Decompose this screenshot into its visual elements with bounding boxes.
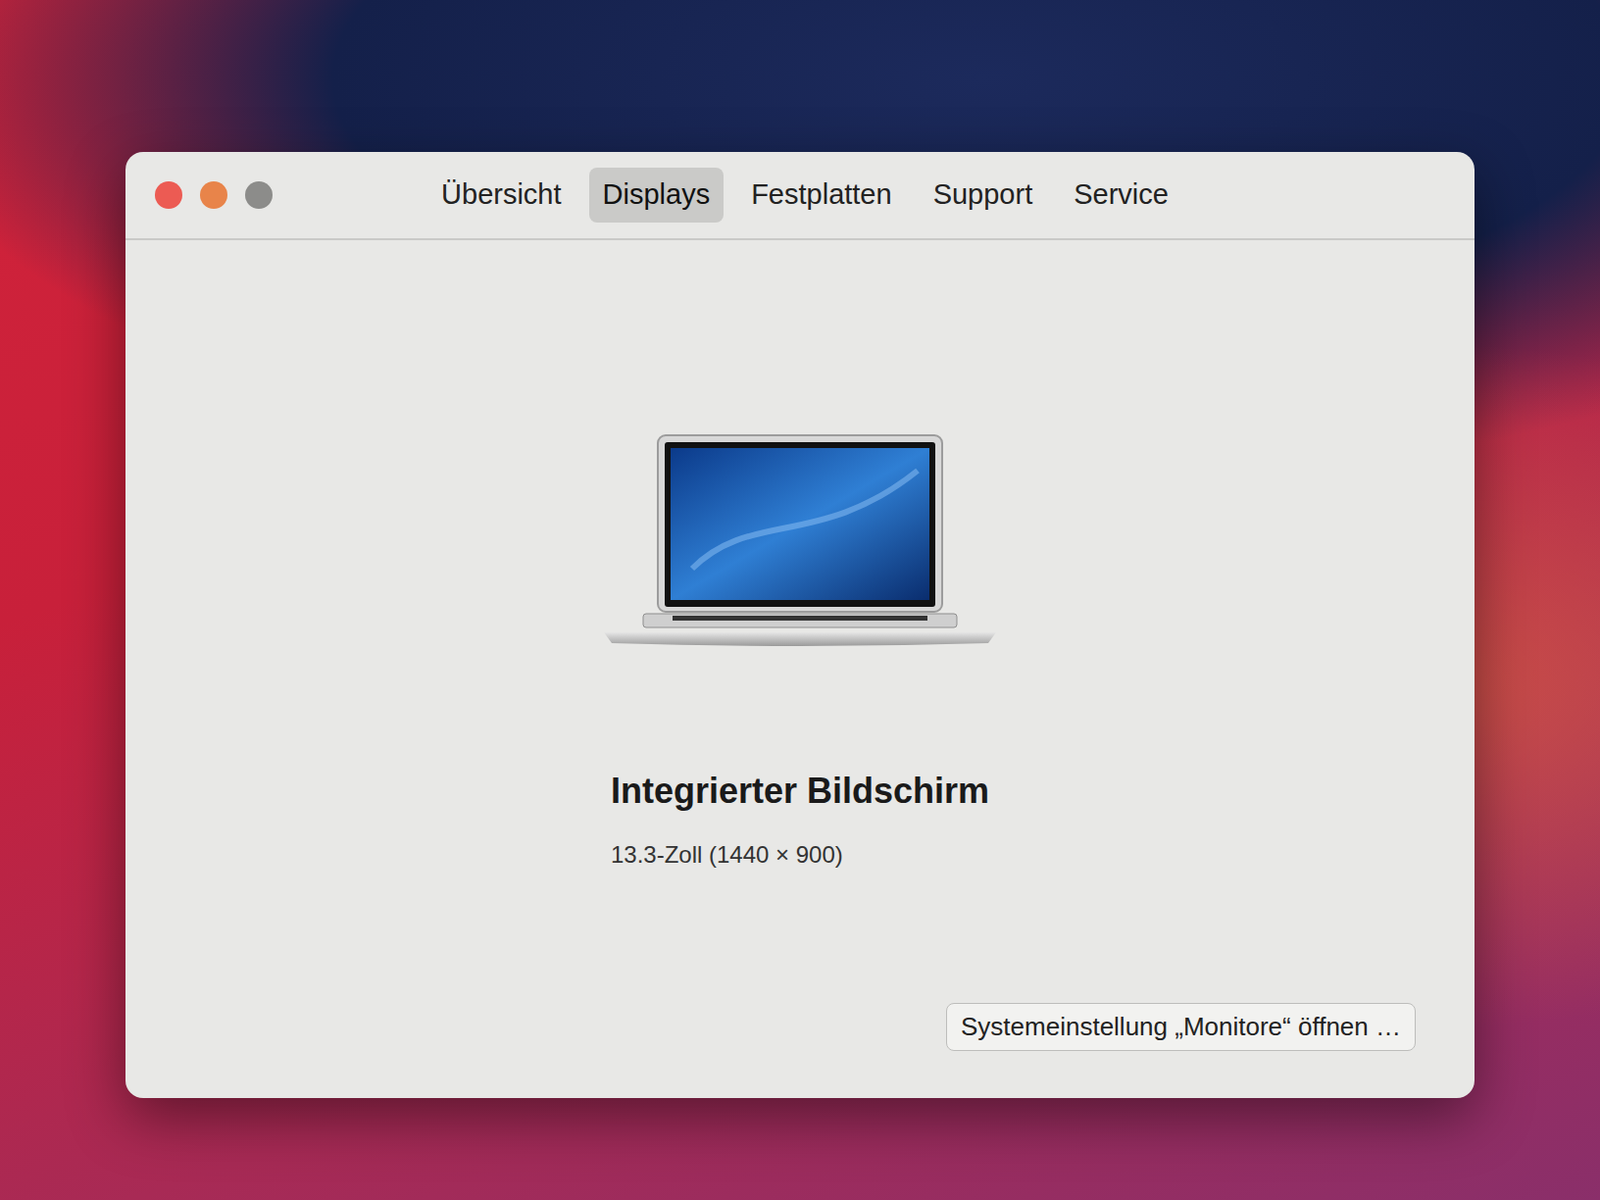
open-displays-settings-button[interactable]: Systemeinstellung „Monitore“ öffnen … bbox=[946, 1002, 1416, 1051]
minimize-button[interactable] bbox=[200, 181, 228, 209]
zoom-button[interactable] bbox=[245, 181, 273, 209]
display-panel: Integrierter Bildschirm 13.3-Zoll (1440 … bbox=[125, 240, 1475, 1003]
tab[interactable]: Service bbox=[1059, 167, 1183, 223]
laptop-icon bbox=[603, 431, 997, 652]
window-controls bbox=[154, 181, 273, 209]
tab[interactable]: Übersicht bbox=[427, 167, 576, 223]
display-info: Integrierter Bildschirm 13.3-Zoll (1440 … bbox=[610, 769, 990, 873]
close-button[interactable] bbox=[154, 181, 183, 209]
tab[interactable]: Support bbox=[919, 167, 1048, 223]
display-name: Integrierter Bildschirm bbox=[610, 769, 990, 812]
title-bar: ÜbersichtDisplaysFestplattenSupportServi… bbox=[125, 151, 1475, 241]
display-detail: 13.3-Zoll (1440 × 900) bbox=[610, 837, 990, 873]
tab[interactable]: Displays bbox=[589, 167, 725, 223]
tab-bar: ÜbersichtDisplaysFestplattenSupportServi… bbox=[272, 167, 1446, 223]
about-window: ÜbersichtDisplaysFestplattenSupportServi… bbox=[125, 151, 1475, 1099]
footer: Systemeinstellung „Monitore“ öffnen … bbox=[125, 1002, 1475, 1099]
tab[interactable]: Festplatten bbox=[737, 167, 905, 223]
